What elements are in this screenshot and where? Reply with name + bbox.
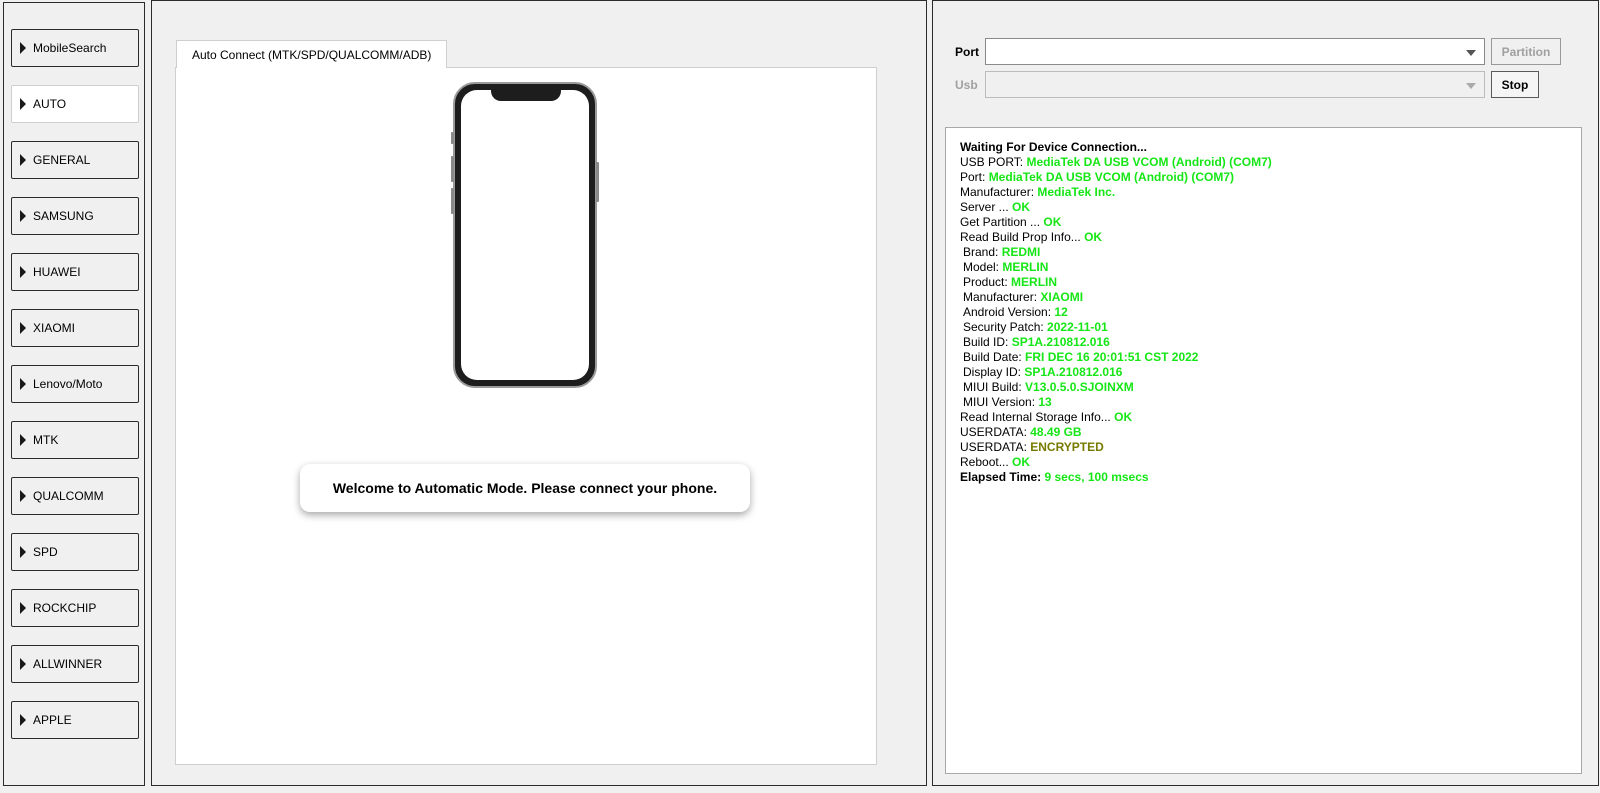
- sidebar-item-label: ROCKCHIP: [33, 601, 97, 615]
- smartphone-illustration: [451, 82, 599, 388]
- sidebar-item-label: APPLE: [33, 713, 72, 727]
- log-line: MIUI Version: 13: [963, 395, 1052, 409]
- phone-notch: [491, 87, 561, 101]
- log-line: Manufacturer: MediaTek Inc.: [960, 185, 1116, 199]
- triangle-right-icon: [20, 434, 26, 446]
- phone-screen: [461, 90, 589, 380]
- log-line: USERDATA: ENCRYPTED: [960, 440, 1104, 454]
- log-line: Port: MediaTek DA USB VCOM (Android) (CO…: [960, 170, 1235, 184]
- log-line: Read Internal Storage Info... OK: [960, 410, 1133, 424]
- triangle-right-icon: [20, 42, 26, 54]
- log-line: USERDATA: 48.49 GB: [960, 425, 1082, 439]
- log-line: Elapsed Time: 9 secs, 100 msecs: [960, 470, 1149, 484]
- log-line: Manufacturer: XIAOMI: [963, 290, 1084, 304]
- log-line: Android Version: 12: [963, 305, 1068, 319]
- triangle-right-icon: [20, 602, 26, 614]
- log-output[interactable]: Waiting For Device Connection... USB POR…: [945, 127, 1582, 774]
- port-label: Port: [955, 45, 979, 59]
- phone-side-button: [451, 132, 454, 144]
- triangle-right-icon: [20, 546, 26, 558]
- log-line: Read Build Prop Info... OK: [960, 230, 1103, 244]
- sidebar-item-label: ALLWINNER: [33, 657, 103, 671]
- triangle-right-icon: [20, 266, 26, 278]
- log-line: Server ... OK: [960, 200, 1031, 214]
- sidebar-item-samsung[interactable]: SAMSUNG: [11, 197, 139, 235]
- partition-button[interactable]: Partition: [1491, 38, 1561, 65]
- stop-button[interactable]: Stop: [1491, 71, 1539, 98]
- log-line: MIUI Build: V13.0.5.0.SJOINXM: [963, 380, 1134, 394]
- log-line: Model: MERLIN: [963, 260, 1049, 274]
- port-select[interactable]: [985, 38, 1485, 65]
- usb-select[interactable]: [985, 71, 1485, 98]
- sidebar-item-apple[interactable]: APPLE: [11, 701, 139, 739]
- triangle-right-icon: [20, 658, 26, 670]
- sidebar-item-qualcomm[interactable]: QUALCOMM: [11, 477, 139, 515]
- triangle-right-icon: [20, 490, 26, 502]
- triangle-right-icon: [20, 714, 26, 726]
- tab-content: Welcome to Automatic Mode. Please connec…: [175, 67, 877, 765]
- sidebar-item-label: MTK: [33, 433, 59, 447]
- tab-auto-connect[interactable]: Auto Connect (MTK/SPD/QUALCOMM/ADB): [176, 40, 447, 68]
- sidebar-item-label: Lenovo/Moto: [33, 377, 103, 391]
- log-line: Brand: REDMI: [963, 245, 1041, 259]
- log-line: USB PORT: MediaTek DA USB VCOM (Android)…: [960, 155, 1272, 169]
- triangle-right-icon: [20, 154, 26, 166]
- log-line: Security Patch: 2022-11-01: [963, 320, 1108, 334]
- log-line: Product: MERLIN: [963, 275, 1058, 289]
- sidebar-item-label: XIAOMI: [33, 321, 76, 335]
- sidebar-item-label: GENERAL: [33, 153, 91, 167]
- chevron-down-icon: [1466, 50, 1476, 56]
- log-line: Get Partition ... OK: [960, 215, 1062, 229]
- sidebar-item-rockchip[interactable]: ROCKCHIP: [11, 589, 139, 627]
- sidebar-item-lenovo-moto[interactable]: Lenovo/Moto: [11, 365, 139, 403]
- sidebar-item-mtk[interactable]: MTK: [11, 421, 139, 459]
- sidebar-item-label: MobileSearch: [33, 41, 107, 55]
- sidebar-item-general[interactable]: GENERAL: [11, 141, 139, 179]
- chevron-down-icon: [1466, 83, 1476, 89]
- sidebar-item-auto[interactable]: AUTO: [11, 85, 139, 123]
- sidebar-item-spd[interactable]: SPD: [11, 533, 139, 571]
- phone-side-button: [451, 156, 454, 182]
- usb-label: Usb: [955, 78, 978, 92]
- sidebar-item-xiaomi[interactable]: XIAOMI: [11, 309, 139, 347]
- phone-side-button: [596, 162, 599, 202]
- log-line: Reboot... OK: [960, 455, 1031, 469]
- triangle-right-icon: [20, 210, 26, 222]
- log-header: Waiting For Device Connection...: [960, 140, 1147, 154]
- sidebar-item-mobilesearch[interactable]: MobileSearch: [11, 29, 139, 67]
- log-line: Build ID: SP1A.210812.016: [963, 335, 1110, 349]
- sidebar: MobileSearch AUTO GENERAL SAMSUNG HUAWEI…: [3, 2, 145, 786]
- triangle-right-icon: [20, 322, 26, 334]
- log-line: Build Date: FRI DEC 16 20:01:51 CST 2022: [963, 350, 1199, 364]
- center-panel: Auto Connect (MTK/SPD/QUALCOMM/ADB) Welc…: [151, 0, 927, 786]
- tab-label: Auto Connect (MTK/SPD/QUALCOMM/ADB): [192, 47, 432, 62]
- triangle-right-icon: [20, 378, 26, 390]
- sidebar-item-huawei[interactable]: HUAWEI: [11, 253, 139, 291]
- log-line: Display ID: SP1A.210812.016: [963, 365, 1123, 379]
- phone-side-button: [451, 188, 454, 214]
- sidebar-item-label: SAMSUNG: [33, 209, 94, 223]
- right-panel: Port Partition Usb Stop Waiting For Devi…: [932, 0, 1599, 786]
- sidebar-item-label: HUAWEI: [33, 265, 81, 279]
- triangle-right-icon: [20, 98, 26, 110]
- sidebar-item-label: QUALCOMM: [33, 489, 104, 503]
- sidebar-item-label: SPD: [33, 545, 58, 559]
- welcome-message: Welcome to Automatic Mode. Please connec…: [300, 464, 750, 512]
- sidebar-item-label: AUTO: [33, 97, 67, 111]
- sidebar-item-allwinner[interactable]: ALLWINNER: [11, 645, 139, 683]
